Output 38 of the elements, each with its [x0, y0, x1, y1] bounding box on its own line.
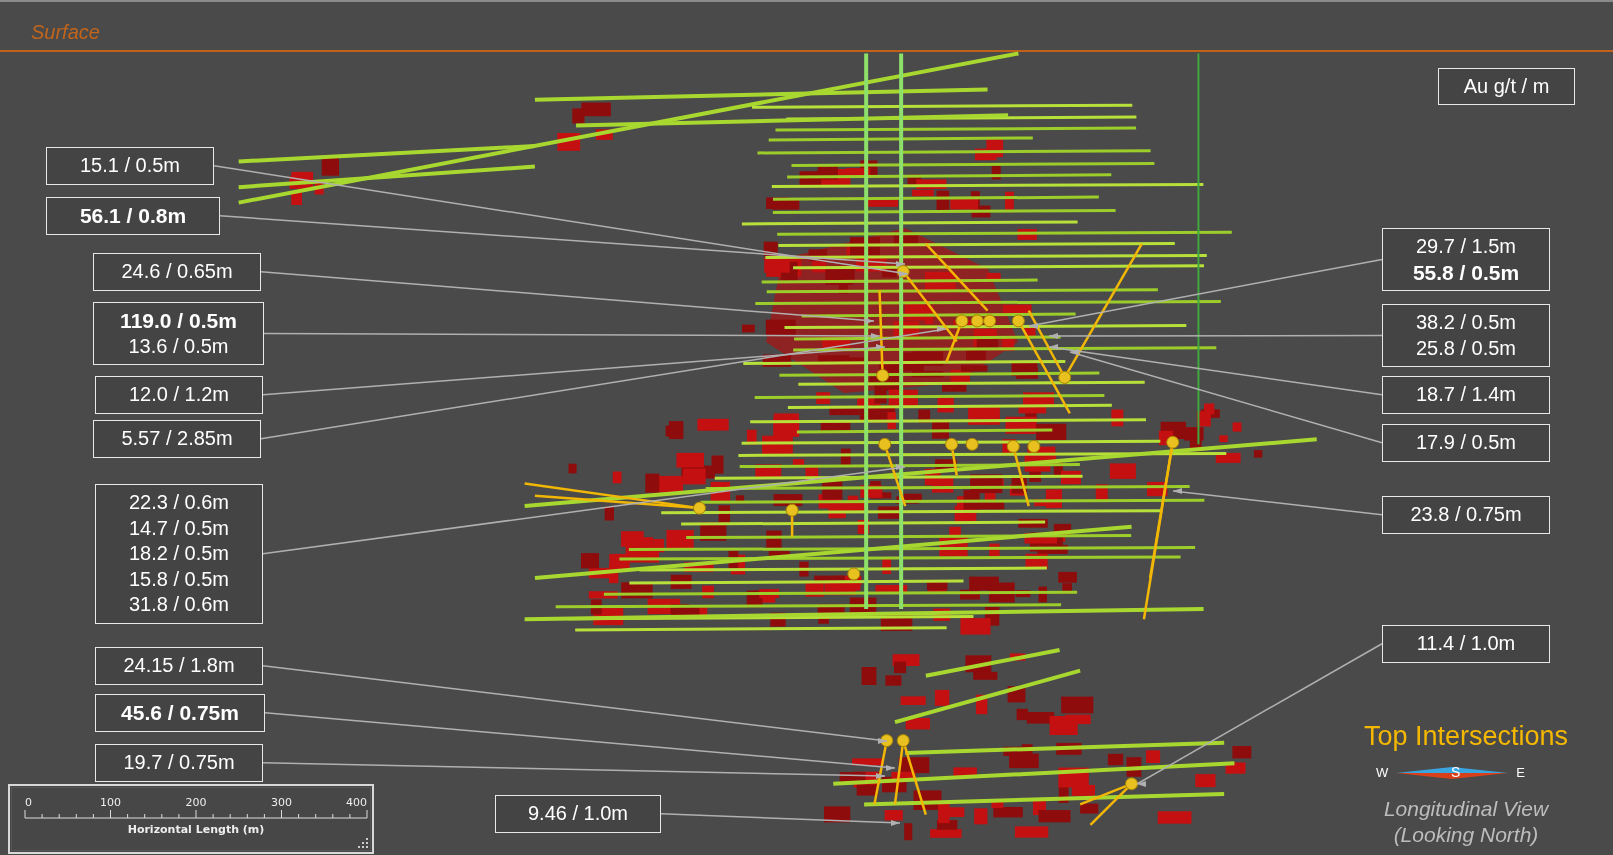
resize-grip-icon[interactable] [358, 838, 368, 848]
grade-value: 17.9 / 0.5m [1415, 430, 1517, 455]
grade-value: 18.7 / 1.4m [1415, 382, 1517, 407]
grade-value: 9.46 / 1.0m [527, 801, 629, 826]
grade-value: 14.7 / 0.5m [128, 515, 230, 541]
scale-tick-label: 400 [346, 796, 367, 809]
legend-label: Au g/t / m [1438, 68, 1575, 105]
grade-value: 12.0 / 1.2m [128, 382, 230, 407]
grade-value: 15.8 / 0.5m [128, 566, 230, 592]
grade-value: 11.4 / 1.0m [1416, 631, 1516, 656]
grade-value: 18.2 / 0.5m [128, 541, 230, 566]
scale-tick-label: 300 [271, 796, 292, 809]
grade-value: 13.6 / 0.5m [128, 333, 229, 359]
grade-value: 31.8 / 0.6m [128, 592, 230, 617]
grade-value: 25.8 / 0.5m [1415, 335, 1517, 361]
grade-value: 119.0 / 0.5m [120, 308, 237, 334]
scale-axis-title: Horizontal Length (m) [127, 823, 265, 836]
view-caption: (Looking North) [1393, 822, 1539, 848]
grade-value: 45.6 / 0.75m [121, 700, 239, 726]
grade-value: 55.8 / 0.5m [1412, 259, 1520, 285]
view-caption: Longitudinal View [1383, 796, 1549, 822]
surface-label: Surface [31, 21, 100, 44]
grade-value: 24.6 / 0.65m [121, 259, 233, 284]
grade-value: 56.1 / 0.8m [79, 203, 187, 229]
scale-tick-label: 0 [25, 796, 32, 809]
grade-value: 5.57 / 2.85m [121, 426, 233, 451]
scale-tick-label: 100 [100, 796, 121, 809]
scale-tick-label: 200 [185, 796, 207, 809]
grade-value: 24.15 / 1.8m [123, 653, 235, 678]
compass-west-label: W [1376, 765, 1389, 780]
grade-value: 38.2 / 0.5m [1415, 310, 1517, 335]
grade-value: 23.8 / 0.75m [1410, 502, 1522, 527]
compass-east-label: E [1516, 765, 1525, 780]
grade-value: 29.7 / 1.5m [1415, 234, 1517, 259]
grade-value: 22.3 / 0.6m [128, 490, 230, 515]
grade-value: 15.1 / 0.5m [79, 153, 181, 178]
grade-value: 19.7 / 0.75m [123, 750, 235, 775]
legend-title: Top Intersections [1362, 721, 1570, 752]
